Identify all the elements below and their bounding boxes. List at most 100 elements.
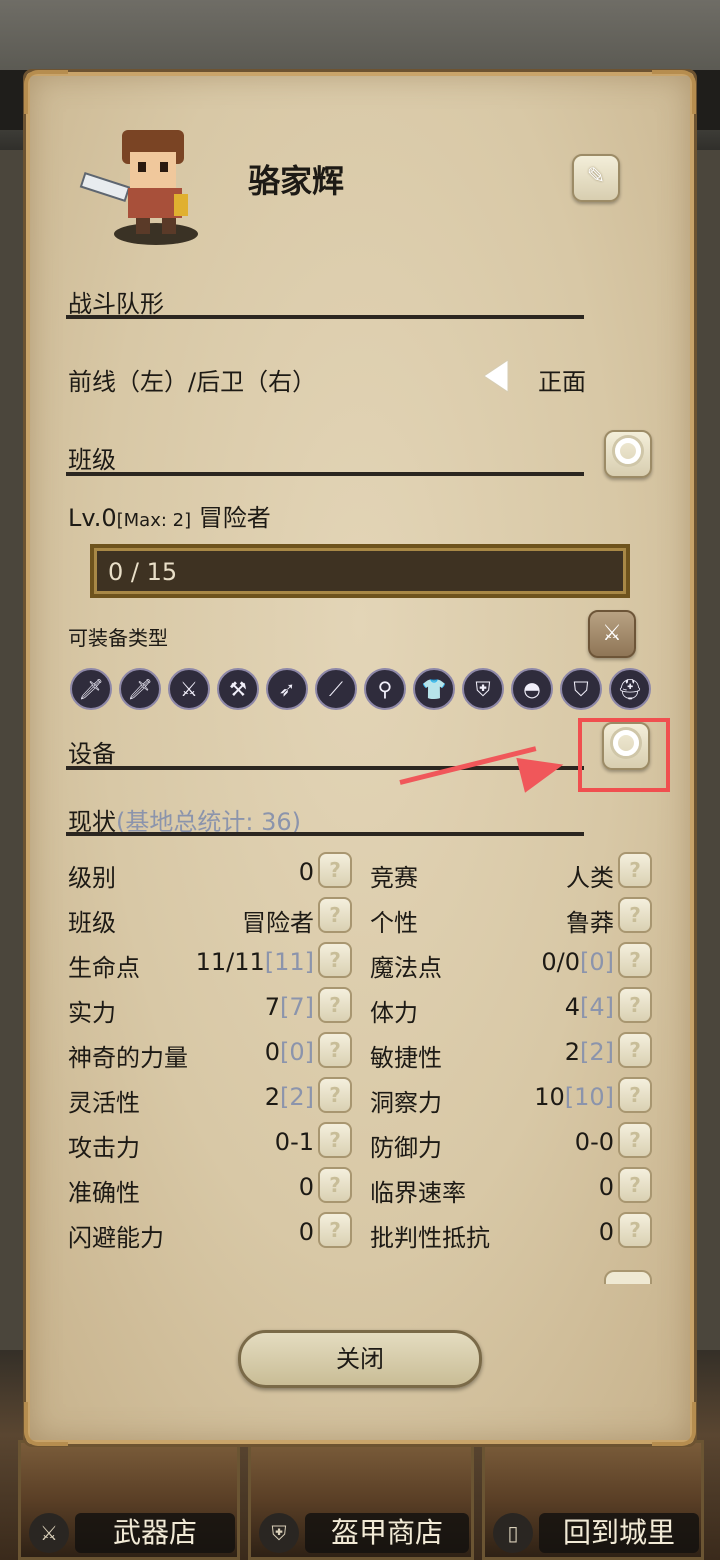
stat-value: 0 — [299, 1173, 314, 1201]
weapon-shop-card[interactable]: ⚔ 武器店 — [18, 1440, 240, 1560]
help-button[interactable]: ? — [618, 1167, 652, 1203]
stat-current: 0-0 — [574, 1128, 614, 1156]
stat-current: 4 — [564, 993, 580, 1021]
axe-icon: ⚒ — [217, 668, 259, 710]
help-button[interactable]: ? — [618, 897, 652, 933]
door-icon: ▯ — [493, 1513, 533, 1553]
return-town-card[interactable]: ▯ 回到城里 — [482, 1440, 704, 1560]
class-level: Lv.0 — [68, 504, 117, 532]
stat-label: 级别 — [68, 864, 116, 892]
stat-current: 0 — [298, 1173, 314, 1201]
equipment-section-title: 设备 — [68, 740, 116, 768]
crossed-swords-icon: ⚔ — [602, 621, 622, 646]
stat-value: 鲁莽 — [566, 903, 614, 938]
stat-value: 10[10] — [534, 1083, 614, 1111]
edit-name-button[interactable]: ✎ — [572, 154, 620, 202]
armor-shop-card[interactable]: ⛨ 盔甲商店 — [248, 1440, 474, 1560]
stat-label: 防御力 — [370, 1134, 442, 1162]
stat-value: 0[0] — [265, 1038, 314, 1066]
stat-value: 人类 — [566, 858, 614, 893]
stat-label: 灵活性 — [68, 1089, 140, 1117]
equip-types-title: 可装备类型 — [68, 626, 168, 650]
class-settings-button[interactable] — [604, 430, 652, 478]
section-divider — [66, 472, 584, 476]
character-name: 骆家辉 — [248, 162, 345, 200]
class-level-line: Lv.0[Max: 2] 冒险者 — [68, 498, 271, 533]
experience-bar: 0 / 15 — [90, 544, 630, 598]
help-button[interactable]: ? — [618, 1212, 652, 1248]
help-button[interactable]: ? — [618, 987, 652, 1023]
stat-base: [2] — [580, 1038, 614, 1066]
help-button[interactable]: ? — [618, 942, 652, 978]
stat-label: 临界速率 — [370, 1179, 466, 1207]
stat-base: [10] — [564, 1083, 614, 1111]
class-level-max: [Max: 2] — [116, 510, 192, 531]
stat-label: 闪避能力 — [68, 1224, 164, 1252]
stat-current: 10 — [534, 1083, 565, 1111]
stat-current: 人类 — [566, 864, 614, 892]
stat-label: 敏捷性 — [370, 1044, 442, 1072]
stat-label: 魔法点 — [370, 954, 442, 982]
stat-value: 4[4] — [565, 993, 614, 1021]
stat-label: 洞察力 — [370, 1089, 442, 1117]
section-divider — [66, 315, 584, 319]
stat-current: 2 — [264, 1083, 280, 1111]
ornament-corner-icon — [652, 70, 696, 114]
longsword-icon: ⚔ — [168, 668, 210, 710]
stat-base: [4] — [580, 993, 614, 1021]
help-button[interactable]: ? — [618, 1122, 652, 1158]
direction-toggle-arrow-icon[interactable] — [482, 358, 510, 394]
crossed-swords-icon: ⚔ — [29, 1513, 69, 1553]
experience-text: 0 / 15 — [108, 558, 178, 586]
stat-base: [7] — [280, 993, 314, 1021]
pencil-icon: ✎ — [586, 164, 606, 189]
help-button[interactable]: ? — [618, 1077, 652, 1113]
stat-label: 批判性抵抗 — [370, 1224, 490, 1252]
help-button[interactable]: ? — [318, 1032, 352, 1068]
class-name: 冒险者 — [198, 504, 271, 532]
dagger-icon: 🗡 — [70, 668, 112, 710]
armor-icon: ⛨ — [259, 1513, 299, 1553]
stat-base: [11] — [264, 948, 314, 976]
stat-base: [2] — [280, 1083, 314, 1111]
stat-current: 0 — [298, 1218, 314, 1246]
help-button[interactable]: ? — [318, 942, 352, 978]
stat-current: 0 — [264, 1038, 280, 1066]
shield-icon: ⛉ — [560, 668, 602, 710]
scroll-cutoff — [60, 1270, 660, 1284]
help-button[interactable]: ? — [318, 1122, 352, 1158]
stat-value: 冒险者 — [242, 903, 314, 938]
stat-base: [0] — [280, 1038, 314, 1066]
gear-icon — [615, 438, 641, 464]
stat-label: 攻击力 — [68, 1134, 140, 1162]
help-button[interactable]: ? — [318, 1077, 352, 1113]
stat-value: 11/11[11] — [196, 948, 314, 976]
help-button[interactable]: ? — [318, 1167, 352, 1203]
sword-icon: 🗡 — [119, 668, 161, 710]
stat-value: 0 — [599, 1218, 614, 1246]
stat-label: 体力 — [370, 999, 418, 1027]
help-button[interactable]: ? — [318, 1212, 352, 1248]
stat-current: 冒险者 — [242, 909, 314, 937]
stat-current: 0/0 — [541, 948, 580, 976]
stat-current: 0-1 — [274, 1128, 314, 1156]
help-button[interactable]: ? — [318, 987, 352, 1023]
help-button[interactable]: ? — [318, 897, 352, 933]
equip-types-toggle-button[interactable]: ⚔ — [588, 610, 636, 658]
section-divider — [66, 832, 584, 836]
ornament-corner-icon — [652, 1402, 696, 1446]
stat-label: 生命点 — [68, 954, 140, 982]
stat-current: 0 — [298, 858, 314, 886]
stat-current: 11/11 — [195, 948, 265, 976]
help-button[interactable]: ? — [318, 852, 352, 888]
gear-icon — [604, 1270, 652, 1284]
section-divider — [66, 766, 584, 770]
help-button[interactable]: ? — [618, 852, 652, 888]
class-section-title: 班级 — [68, 446, 116, 474]
weapon-shop-label: 武器店 — [75, 1513, 235, 1553]
close-button[interactable]: 关闭 — [238, 1330, 482, 1388]
stat-label: 神奇的力量 — [68, 1044, 188, 1072]
stat-base: [0] — [580, 948, 614, 976]
help-button[interactable]: ? — [618, 1032, 652, 1068]
staff-icon: ⚲ — [364, 668, 406, 710]
